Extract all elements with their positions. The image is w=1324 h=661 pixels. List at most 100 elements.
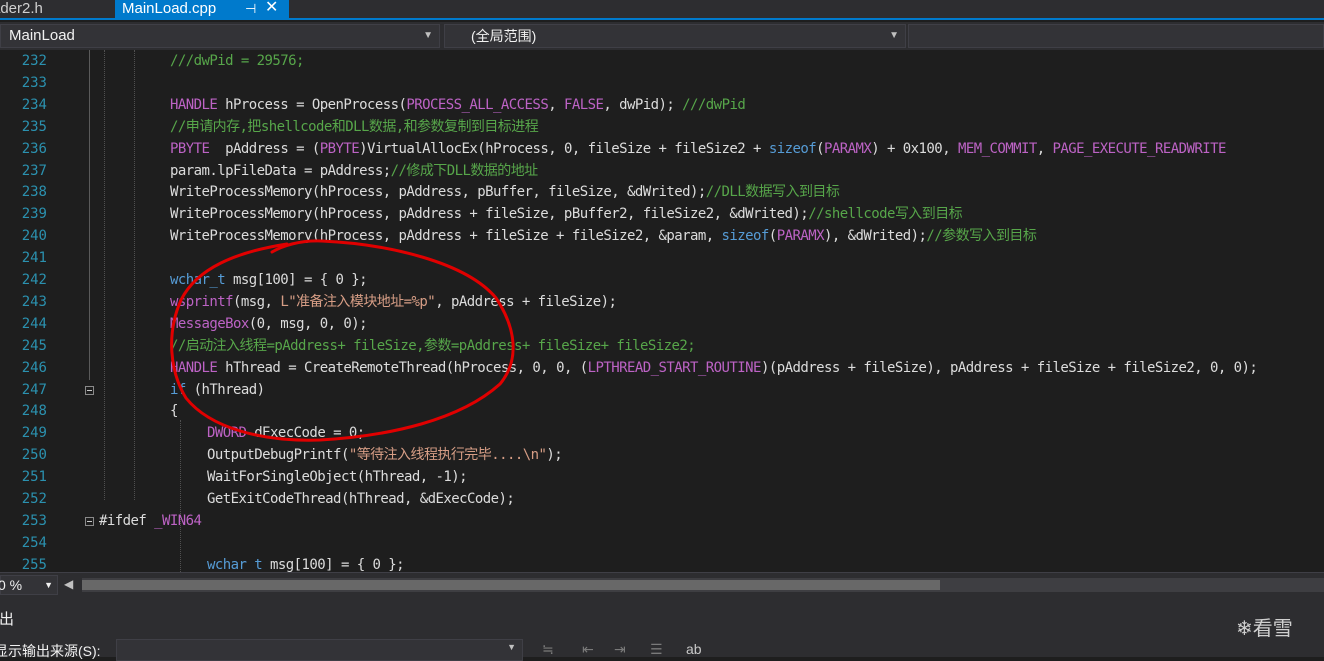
- code-token: );: [546, 447, 563, 464]
- code-token: sizeof: [768, 140, 817, 157]
- code-token: FALSE: [563, 96, 604, 113]
- code-token: )(pAddress + fileSize), pAddress + fileS…: [760, 359, 1258, 376]
- code-line[interactable]: 237 param.lpFileData = pAddress;//修成下DLL数…: [0, 160, 1324, 182]
- code-line[interactable]: 251 WaitForSingleObject(hThread, -1);: [0, 466, 1324, 488]
- tab-mainload-cpp[interactable]: MainLoad.cpp ⊣ ✕: [115, 0, 289, 18]
- code-line[interactable]: 246 HANDLE hThread = CreateRemoteThread(h…: [0, 357, 1324, 379]
- code-line[interactable]: 253 #ifdef _WIN64: [0, 510, 1324, 532]
- code-token: PBYTE: [319, 140, 360, 157]
- code-token: ,: [548, 96, 564, 113]
- next-message-icon[interactable]: ⇥: [614, 641, 626, 658]
- horizontal-scrollbar[interactable]: [82, 578, 1324, 592]
- code-text: WriteProcessMemory(hProcess, pAddress + …: [170, 225, 1037, 247]
- code-token: hThread = CreateRemoteThread(hProcess, 0…: [217, 359, 588, 376]
- find-message-icon[interactable]: ≒: [542, 641, 554, 658]
- code-token: sizeof: [721, 228, 770, 245]
- code-text: //启动注入线程=pAddress+ fileSize,参数=pAddress+…: [170, 335, 696, 357]
- code-line[interactable]: 254: [0, 532, 1324, 554]
- close-icon[interactable]: ✕: [265, 0, 278, 16]
- code-line[interactable]: 250 OutputDebugPrintf("等待注入线程执行完毕....\n")…: [0, 444, 1324, 466]
- pin-icon[interactable]: ⊣: [245, 0, 256, 17]
- code-line[interactable]: 242 wchar_t msg[100] = { 0 };: [0, 269, 1324, 291]
- code-line[interactable]: 236 PBYTE pAddress = (PBYTE)VirtualAllocE…: [0, 138, 1324, 160]
- code-token: WriteProcessMemory(hProcess, pAddress, p…: [170, 184, 706, 201]
- code-token: (0, msg, 0, 0);: [248, 315, 368, 332]
- member-dropdown[interactable]: [908, 24, 1324, 48]
- code-token: //DLL数据写入到目标: [705, 184, 840, 201]
- code-line[interactable]: 244 MessageBox(0, msg, 0, 0);: [0, 313, 1324, 335]
- line-number: 238: [21, 184, 47, 201]
- watermark: ❄看雪: [1236, 612, 1293, 641]
- code-token: WriteProcessMemory(hProcess, pAddress + …: [170, 206, 809, 223]
- global-scope-dropdown[interactable]: (全局范围) ▼: [444, 24, 906, 48]
- line-number: 248: [21, 403, 47, 420]
- project-scope-dropdown[interactable]: MainLoad ▼: [0, 24, 440, 48]
- chevron-down-icon: ▼: [507, 642, 516, 652]
- code-line[interactable]: 239 WriteProcessMemory(hProcess, pAddress…: [0, 203, 1324, 225]
- code-token: GetExitCodeThread(hThread, &dExecCode);: [207, 491, 515, 507]
- line-number: 232: [21, 53, 47, 69]
- code-line[interactable]: 233: [0, 72, 1324, 94]
- collapse-toggle-icon[interactable]: [85, 385, 94, 395]
- clear-all-icon[interactable]: ☰: [650, 641, 663, 658]
- code-token: hProcess = OpenProcess(: [217, 96, 407, 113]
- previous-message-icon[interactable]: ⇤: [582, 641, 594, 658]
- code-line[interactable]: 243 wsprintf(msg, L"准备注入模块地址=%p", pAddres…: [0, 291, 1324, 313]
- line-number: 236: [21, 140, 47, 157]
- line-number: 252: [21, 491, 47, 507]
- code-token: //参数写入到目标: [926, 228, 1037, 245]
- code-text: WaitForSingleObject(hThread, -1);: [207, 466, 468, 488]
- editor-status-row: 0 % ▼ ◀: [0, 572, 1324, 597]
- code-token: (: [768, 228, 777, 245]
- code-line[interactable]: 247 if (hThread): [0, 379, 1324, 401]
- line-number: 244: [21, 315, 47, 332]
- word-wrap-icon[interactable]: ab: [686, 641, 702, 657]
- code-token: wchar_t: [207, 556, 263, 572]
- code-line[interactable]: 241: [0, 247, 1324, 269]
- code-token: {: [170, 403, 178, 420]
- code-text: {: [170, 400, 178, 422]
- code-token: MEM_COMMIT: [957, 140, 1037, 157]
- code-token: HANDLE: [170, 96, 218, 113]
- code-token: (hThread): [185, 381, 265, 398]
- snowflake-icon: ❄: [1236, 618, 1253, 640]
- scrollbar-thumb[interactable]: [82, 580, 940, 590]
- code-token: dExecCode = 0;: [246, 425, 365, 442]
- code-editor[interactable]: 232 ///dwPid = 29576; 233 234 HANDLE hProces…: [0, 50, 1324, 572]
- code-text: ///dwPid = 29576;: [170, 50, 305, 72]
- code-token: L"准备注入模块地址=%p": [280, 293, 436, 310]
- navigation-bar: MainLoad ▼ (全局范围) ▼: [0, 22, 1324, 51]
- scroll-left-icon[interactable]: ◀: [64, 577, 73, 591]
- code-token: ///dwPid: [682, 96, 746, 113]
- line-number: 246: [21, 359, 47, 376]
- code-line[interactable]: 235 //申请内存,把shellcode和DLL数据,和参数复制到目标进程: [0, 116, 1324, 138]
- code-token: if: [170, 381, 186, 398]
- code-text: wchar_t msg[100] = { 0 };: [170, 269, 368, 291]
- project-scope-value: MainLoad: [9, 27, 75, 44]
- code-token: //shellcode写入到目标: [808, 206, 963, 223]
- code-token: OutputDebugPrintf(: [207, 447, 349, 464]
- code-text: param.lpFileData = pAddress;//修成下DLL数据的地…: [170, 160, 538, 182]
- code-line[interactable]: 240 WriteProcessMemory(hProcess, pAddress…: [0, 225, 1324, 247]
- line-number: 240: [21, 228, 47, 245]
- code-line[interactable]: 238 WriteProcessMemory(hProcess, pAddress…: [0, 181, 1324, 203]
- code-token: PARAMX: [776, 228, 825, 245]
- collapse-toggle-icon[interactable]: [85, 516, 94, 526]
- code-line[interactable]: 248 {: [0, 400, 1324, 422]
- code-line[interactable]: 234 HANDLE hProcess = OpenProcess(PROCESS…: [0, 94, 1324, 116]
- code-line[interactable]: 252 GetExitCodeThread(hThread, &dExecCode…: [0, 488, 1324, 510]
- code-line[interactable]: 232 ///dwPid = 29576;: [0, 50, 1324, 72]
- line-number: 245: [21, 337, 47, 354]
- tab-label: ader2.h: [0, 0, 43, 17]
- line-number: 241: [21, 250, 47, 267]
- code-line[interactable]: 245 //启动注入线程=pAddress+ fileSize,参数=pAddre…: [0, 335, 1324, 357]
- zoom-value: 0 %: [0, 577, 23, 593]
- code-token: wsprintf: [170, 293, 234, 310]
- code-line[interactable]: 255 wchar_t msg[100] = { 0 };: [0, 554, 1324, 572]
- line-number: 243: [21, 293, 47, 310]
- zoom-dropdown[interactable]: 0 % ▼: [0, 575, 58, 595]
- watermark-text: 看雪: [1252, 618, 1293, 640]
- output-source-dropdown[interactable]: ▼: [116, 639, 523, 661]
- tab-reader2-h[interactable]: ader2.h: [0, 0, 112, 18]
- code-line[interactable]: 249 DWORD dExecCode = 0;: [0, 422, 1324, 444]
